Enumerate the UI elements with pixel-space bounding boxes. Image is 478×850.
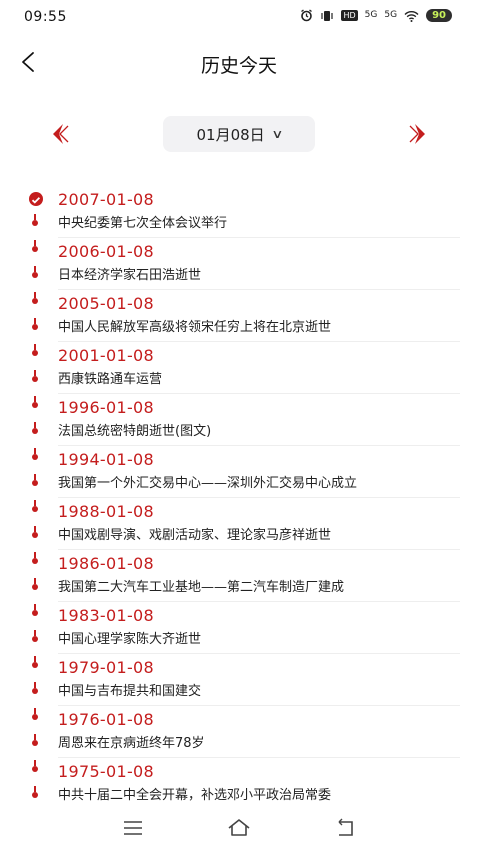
event-title: 我国第一个外汇交易中心——深圳外汇交易中心成立 — [58, 476, 358, 491]
event-date: 1983-01-08 — [58, 606, 154, 625]
event-title: 中国心理学家陈大齐逝世 — [58, 632, 202, 647]
hd-icon: HD — [341, 10, 358, 21]
timeline-dot — [32, 246, 38, 252]
event-item[interactable]: 1994-01-08 我国第一个外汇交易中心——深圳外汇交易中心成立 — [0, 446, 478, 498]
timeline-dot — [32, 532, 38, 538]
wifi-icon — [404, 10, 419, 22]
timeline-dot — [32, 220, 38, 226]
event-item[interactable]: 1986-01-08 我国第二大汽车工业基地——第二汽车制造厂建成 — [0, 550, 478, 602]
event-title: 西康铁路通车运营 — [58, 372, 163, 387]
timeline-dot — [32, 740, 38, 746]
double-chevron-left-icon — [53, 124, 69, 144]
timeline-dot — [32, 584, 38, 590]
status-time: 09:55 — [24, 9, 67, 25]
timeline-dot — [32, 610, 38, 616]
check-circle-icon — [29, 192, 43, 206]
event-date: 2005-01-08 — [58, 294, 154, 313]
timeline-dot — [32, 480, 38, 486]
timeline-dot — [32, 402, 38, 408]
timeline-dot — [32, 792, 38, 798]
timeline-dot — [32, 558, 38, 564]
event-item[interactable]: 1996-01-08 法国总统密特朗逝世(图文) — [0, 394, 478, 446]
event-item[interactable]: 1979-01-08 中国与吉布提共和国建交 — [0, 654, 478, 706]
event-date: 1975-01-08 — [58, 762, 154, 781]
title-bar: 历史今天 — [0, 40, 478, 84]
event-date: 1994-01-08 — [58, 450, 154, 469]
event-item[interactable]: 2001-01-08 西康铁路通车运营 — [0, 342, 478, 394]
date-navigation: 01月08日 ∨ — [0, 114, 478, 154]
signal-5g-icon: 5G — [384, 10, 398, 20]
event-date: 1976-01-08 — [58, 710, 154, 729]
timeline-dot — [32, 454, 38, 460]
event-title: 周恩来在京病逝终年78岁 — [58, 736, 205, 751]
timeline-dot — [32, 350, 38, 356]
chevron-down-icon: ∨ — [270, 127, 284, 141]
event-date: 2006-01-08 — [58, 242, 154, 261]
event-item[interactable]: 1983-01-08 中国心理学家陈大齐逝世 — [0, 602, 478, 654]
event-item[interactable]: 1975-01-08 中共十届二中全会开幕，补选邓小平政治局常委 — [0, 758, 478, 810]
event-date: 1988-01-08 — [58, 502, 154, 521]
back-icon[interactable] — [331, 816, 359, 840]
event-item[interactable]: 2005-01-08 中国人民解放军高级将领宋任穷上将在北京逝世 — [0, 290, 478, 342]
event-date: 2001-01-08 — [58, 346, 154, 365]
event-date: 1996-01-08 — [58, 398, 154, 417]
battery-indicator: 90 — [426, 9, 452, 22]
timeline-dot — [32, 376, 38, 382]
timeline-dot — [32, 662, 38, 668]
timeline-dot — [32, 428, 38, 434]
timeline-dot — [32, 298, 38, 304]
double-chevron-right-icon — [409, 124, 425, 144]
event-timeline: 2007-01-08 中央纪委第七次全体会议举行 2006-01-08 日本经济… — [0, 186, 478, 810]
timeline-dot — [32, 688, 38, 694]
timeline-dot — [32, 324, 38, 330]
event-item[interactable]: 2007-01-08 中央纪委第七次全体会议举行 — [0, 186, 478, 238]
event-title: 中国戏剧导演、戏剧活动家、理论家马彦祥逝世 — [58, 528, 332, 543]
home-icon[interactable] — [225, 816, 253, 840]
event-title: 日本经济学家石田浩逝世 — [58, 268, 202, 283]
signal-5g-icon: 5G — [364, 10, 378, 20]
timeline-dot — [32, 714, 38, 720]
event-item[interactable]: 2006-01-08 日本经济学家石田浩逝世 — [0, 238, 478, 290]
timeline-dot — [32, 636, 38, 642]
event-title: 中国与吉布提共和国建交 — [58, 684, 202, 699]
event-date: 1986-01-08 — [58, 554, 154, 573]
status-icons: HD 5G 5G 90 — [300, 9, 452, 22]
previous-day-button[interactable] — [48, 120, 74, 148]
status-bar: 09:55 HD 5G 5G 90 — [0, 0, 478, 36]
vibrate-icon — [321, 10, 334, 21]
selected-date: 01月08日 — [196, 125, 265, 144]
event-title: 我国第二大汽车工业基地——第二汽车制造厂建成 — [58, 580, 345, 595]
event-title: 中国人民解放军高级将领宋任穷上将在北京逝世 — [58, 320, 332, 335]
event-title: 中共十届二中全会开幕，补选邓小平政治局常委 — [58, 788, 332, 803]
timeline-dot — [32, 272, 38, 278]
page-title: 历史今天 — [200, 55, 277, 77]
event-date: 1979-01-08 — [58, 658, 154, 677]
next-day-button[interactable] — [404, 120, 430, 148]
event-date: 2007-01-08 — [58, 190, 154, 209]
event-item[interactable]: 1976-01-08 周恩来在京病逝终年78岁 — [0, 706, 478, 758]
event-title: 法国总统密特朗逝世(图文) — [58, 424, 212, 439]
event-item[interactable]: 1988-01-08 中国戏剧导演、戏剧活动家、理论家马彦祥逝世 — [0, 498, 478, 550]
timeline-dot — [32, 506, 38, 512]
system-navigation-bar — [0, 808, 478, 850]
date-selector[interactable]: 01月08日 ∨ — [163, 116, 315, 152]
timeline-dot — [32, 766, 38, 772]
menu-icon[interactable] — [119, 816, 147, 840]
event-title: 中央纪委第七次全体会议举行 — [58, 216, 228, 231]
alarm-icon — [301, 9, 313, 22]
